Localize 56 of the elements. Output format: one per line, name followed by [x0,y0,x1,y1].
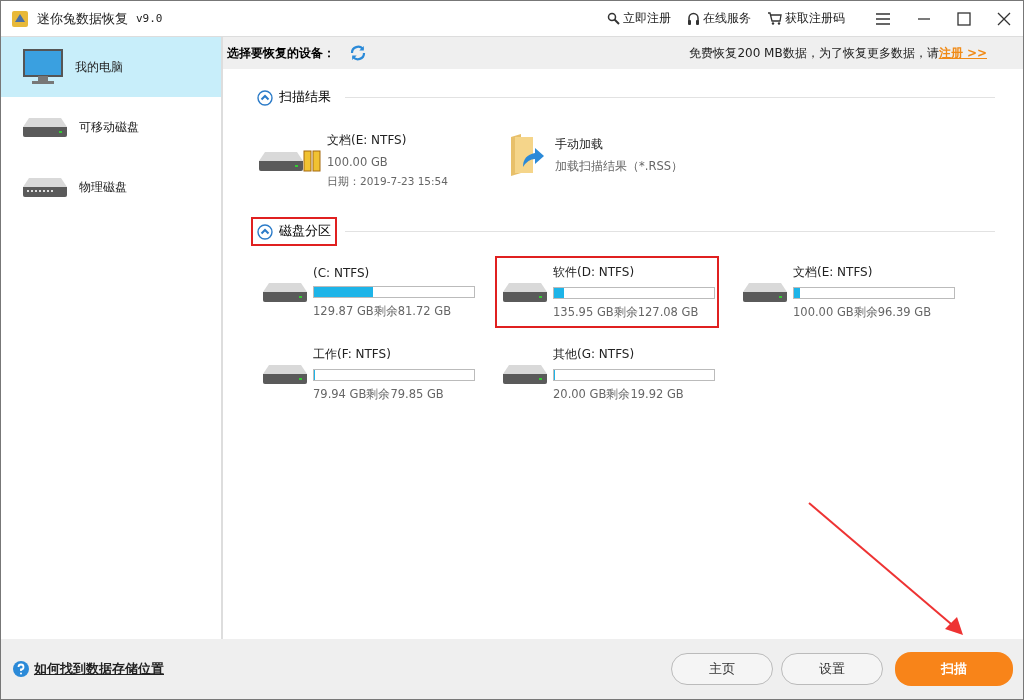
result-name: 文档(E: NTFS) [327,132,408,149]
section-header[interactable]: 磁盘分区 [251,217,337,246]
collapse-icon [257,89,273,106]
menu-icon[interactable] [875,11,891,26]
hard-drive-icon [503,363,547,385]
hard-drive-icon [743,281,787,303]
partition-name: 其他(G: NTFS) [553,346,636,363]
partition-size: 20.00 GB剩余19.92 GB [553,387,685,402]
hard-drive-icon [263,363,307,385]
title-link[interactable]: 获取注册码 [763,10,849,27]
manual-load-title: 手动加载 [555,135,604,153]
scan-result-item[interactable]: 文档(E: NTFS) 100.00 GB 日期：2019-7-23 15:54 [259,132,449,189]
partition-item[interactable]: 文档(E: NTFS) 100.00 GB剩余96.39 GB [735,256,959,328]
partition-item[interactable]: 工作(F: NTFS) 79.94 GB剩余79.85 GB [255,338,479,410]
maximize-icon[interactable] [957,11,971,26]
partition-item[interactable]: (C: NTFS) 129.87 GB剩余81.72 GB [255,256,479,328]
manual-load-subtitle: 加载扫描结果（*.RSS） [555,158,683,174]
app-logo-icon [11,9,29,28]
partition-name: 文档(E: NTFS) [793,264,874,281]
partition-size: 135.95 GB剩余127.08 GB [553,305,700,320]
partition-name: 软件(D: NTFS) [553,264,636,281]
partition-size: 129.87 GB剩余81.72 GB [313,303,453,319]
partition-size: 100.00 GB剩余96.39 GB [793,305,933,320]
result-size: 100.00 GB [327,155,389,169]
sidebar-item[interactable]: 我的电脑 [1,37,221,97]
cart-icon [767,12,782,25]
search-icon [607,12,620,25]
partition-item[interactable]: 软件(D: NTFS) 135.95 GB剩余127.08 GB [495,256,719,328]
partition-name: (C: NTFS) [313,265,371,280]
footer-button[interactable]: 设置 [781,653,883,685]
partition-size: 79.94 GB剩余79.85 GB [313,387,445,402]
hard-drive-icon [263,281,307,303]
window-title: 迷你兔数据恢复 [37,9,128,28]
device-select-label: 选择要恢复的设备： [227,44,335,62]
hard-drive-icon [503,281,547,303]
headset-icon [687,11,700,26]
folder-arrow-icon [509,132,545,177]
refresh-icon[interactable] [349,44,367,62]
help-link[interactable]: 如何找到数据存储位置 [34,660,164,678]
title-link[interactable]: 在线服务 [683,10,755,27]
app-version: v9.0 [136,12,163,25]
section-header[interactable]: 扫描结果 [251,83,337,112]
partition-name: 工作(F: NTFS) [313,346,392,363]
promo-text: 免费恢复200 MB数据，为了恢复更多数据，请 [689,44,939,62]
title-link[interactable]: 立即注册 [603,10,675,27]
pause-icon [303,149,321,172]
result-date: 日期：2019-7-23 15:54 [327,175,448,189]
collapse-icon [257,223,273,240]
footer-button[interactable]: 主页 [671,653,773,685]
partition-item[interactable]: 其他(G: NTFS) 20.00 GB剩余19.92 GB [495,338,719,410]
monitor-icon [23,49,63,85]
close-icon[interactable] [997,11,1011,26]
manual-load-item[interactable]: 手动加载 加载扫描结果（*.RSS） [509,120,749,189]
help-icon [13,661,29,677]
hard-drive-icon [259,149,303,172]
hard-drive-icon [23,116,67,138]
